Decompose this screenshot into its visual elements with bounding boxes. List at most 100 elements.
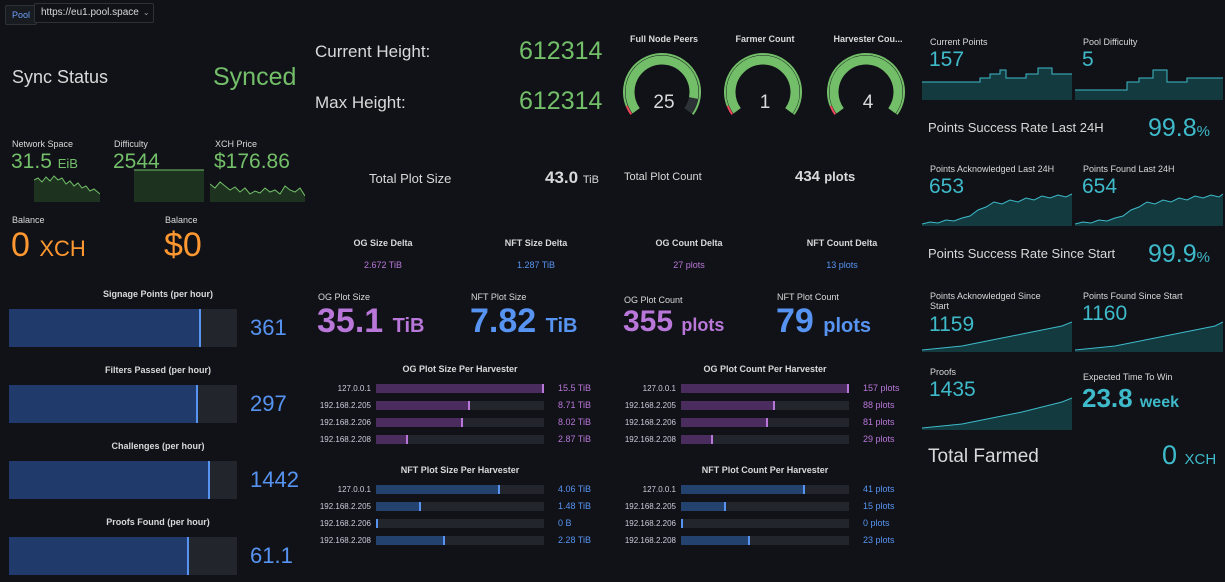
pool-url-select[interactable]: https://eu1.pool.space ⌄ <box>34 3 154 23</box>
ack-start-label: Points Acknowledged Since Start <box>930 291 1041 311</box>
og-count-harvester-value: 88 plots <box>863 400 895 410</box>
nft-count-harvester-value: 15 plots <box>863 501 895 511</box>
total-plot-size-label: Total Plot Size <box>369 171 452 186</box>
og-count-harvester-value: 29 plots <box>863 434 895 444</box>
filters-passed-bar-fill <box>9 385 199 423</box>
og-size-harvester-host: 192.168.2.208 <box>319 435 371 444</box>
found-start-sparkline <box>1075 321 1223 352</box>
gauge-full-node-peers-label: Full Node Peers <box>629 34 699 44</box>
nft-size-harvester-value: 4.06 TiB <box>558 484 592 494</box>
found-start-label: Points Found Since Start <box>1083 291 1183 301</box>
og-plot-size-number: 35.1 <box>317 302 384 340</box>
current-height-value: 612314 <box>519 37 603 65</box>
filters-passed-title: Filters Passed (per hour) <box>104 365 212 375</box>
signage-points-title: Signage Points (per hour) <box>102 289 213 299</box>
nft-size-harvester-host: 192.168.2.206 <box>319 519 371 528</box>
nft-size-harvester-bar-fill <box>376 502 422 511</box>
xch-price-label: XCH Price <box>215 139 258 149</box>
og-size-harvester-value: 2.87 TiB <box>558 434 592 444</box>
og-size-harvester-bar-fill <box>376 435 408 444</box>
nft-count-delta-value: 13 plots <box>826 260 858 270</box>
nft-plot-count-unit: plots <box>823 315 872 337</box>
og-size-harvester-host: 127.0.0.1 <box>337 384 371 393</box>
success-rate-start-unit: % <box>1196 249 1211 266</box>
og-count-harvester-host: 192.168.2.205 <box>624 401 676 410</box>
nft-plot-count-label: NFT Plot Count <box>777 292 839 302</box>
og-size-harvester-bar <box>376 435 544 444</box>
signage-points-value: 361 <box>250 315 287 340</box>
og-size-delta-value: 2.672 TiB <box>363 260 403 270</box>
proofs-found-title: Proofs Found (per hour) <box>106 517 210 527</box>
ettw-value: 23.8 week <box>1082 383 1179 414</box>
balance-xch-unit: XCH <box>39 236 86 261</box>
total-plot-size-unit: TiB <box>582 174 599 186</box>
nft-size-harvester-value: 0 B <box>558 518 572 528</box>
nft-count-harvester-value: 41 plots <box>863 484 895 494</box>
found-24h-label: Points Found Last 24H <box>1083 164 1175 174</box>
gauge-full-node-peers: Full Node Peers 25 <box>622 34 706 134</box>
challenges-bar <box>9 461 237 499</box>
nft-plot-size-value: 7.82 TiB <box>470 302 578 341</box>
nft-size-harvester-bar-fill <box>376 519 378 528</box>
nft-plot-size-label: NFT Plot Size <box>471 292 527 302</box>
ack-24h-label: Points Acknowledged Last 24H <box>930 164 1055 174</box>
ack-start-sparkline <box>922 321 1072 352</box>
sync-status-label: Sync Status <box>12 67 109 87</box>
og-count-delta-label: OG Count Delta <box>655 238 723 248</box>
success-rate-24h-value: 99.8% <box>1148 114 1210 143</box>
nft-size-harvester-bar <box>376 502 544 511</box>
success-rate-24h-unit: % <box>1196 123 1211 140</box>
total-plot-size-number: 43.0 <box>545 168 579 187</box>
success-rate-24h-number: 99.8 <box>1148 114 1197 142</box>
nft-count-harvester-bar <box>681 536 849 545</box>
signage-points-bar <box>9 309 237 347</box>
nft-size-delta-label: NFT Size Delta <box>504 238 568 248</box>
gauge-harvester-count-value: 4 <box>862 92 874 113</box>
og-size-harvester-bar-fill <box>376 418 464 427</box>
og-count-harvester-bar-fill <box>681 418 769 427</box>
total-farmed-unit: XCH <box>1184 451 1217 468</box>
og-count-harvester-host: 192.168.2.206 <box>624 418 676 427</box>
gauge-full-node-peers-value: 25 <box>653 92 675 113</box>
total-plot-size-value: 43.0 TiB <box>545 168 599 188</box>
gauge-harvester-count-label: Harvester Cou... <box>833 34 903 44</box>
nft-count-harvester-bar-fill <box>681 519 683 528</box>
og-plot-count-number: 355 <box>623 305 674 338</box>
og-size-delta-label: OG Size Delta <box>353 238 413 248</box>
balance-xch-number: 0 <box>11 226 30 264</box>
og-size-harvester-bar <box>376 384 544 393</box>
gauge-harvester-count: Harvester Cou... 4 <box>826 34 910 134</box>
xch-price-sparkline <box>210 181 305 202</box>
og-plot-count-unit: plots <box>681 315 725 335</box>
challenges-bar-fill <box>9 461 210 499</box>
gauge-farmer-count-value: 1 <box>759 92 771 113</box>
success-rate-24h-label: Points Success Rate Last 24H <box>928 120 1104 135</box>
total-farmed-number: 0 <box>1162 440 1178 470</box>
nft-count-harvester-bar-fill <box>681 502 727 511</box>
og-count-harvester-bar <box>681 418 849 427</box>
nft-size-harvester-bar <box>376 485 544 494</box>
nft-size-harvester-bar <box>376 536 544 545</box>
gauge-farmer-count-label: Farmer Count <box>735 34 795 44</box>
difficulty-sparkline <box>134 169 204 202</box>
og-plot-count-label: OG Plot Count <box>624 295 683 305</box>
nft-count-harvester-bar <box>681 502 849 511</box>
nft-size-delta-value: 1.287 TiB <box>516 260 556 270</box>
nft-count-harvester-host: 192.168.2.206 <box>624 519 676 528</box>
max-height-value: 612314 <box>519 87 603 115</box>
current-points-sparkline <box>922 67 1072 100</box>
nft-size-harvester-bar <box>376 519 544 528</box>
total-plot-count-label: Total Plot Count <box>624 171 702 183</box>
nft-plot-count-value: 79 plots <box>776 302 871 341</box>
og-plot-size-unit: TiB <box>392 315 425 337</box>
current-points-label: Current Points <box>930 37 988 47</box>
filters-passed-bar <box>9 385 237 423</box>
og-count-harvester-value: 157 plots <box>863 383 900 393</box>
og-size-harvester-bar <box>376 401 544 410</box>
difficulty-label: Difficulty <box>114 139 148 149</box>
pool-difficulty-sparkline <box>1075 69 1223 100</box>
nft-size-harvester-value: 1.48 TiB <box>558 501 592 511</box>
nft-size-harvester-host: 127.0.0.1 <box>337 485 371 494</box>
og-count-harvester-bar-fill <box>681 384 849 393</box>
og-count-harvester-title: OG Plot Count Per Harvester <box>703 364 827 374</box>
